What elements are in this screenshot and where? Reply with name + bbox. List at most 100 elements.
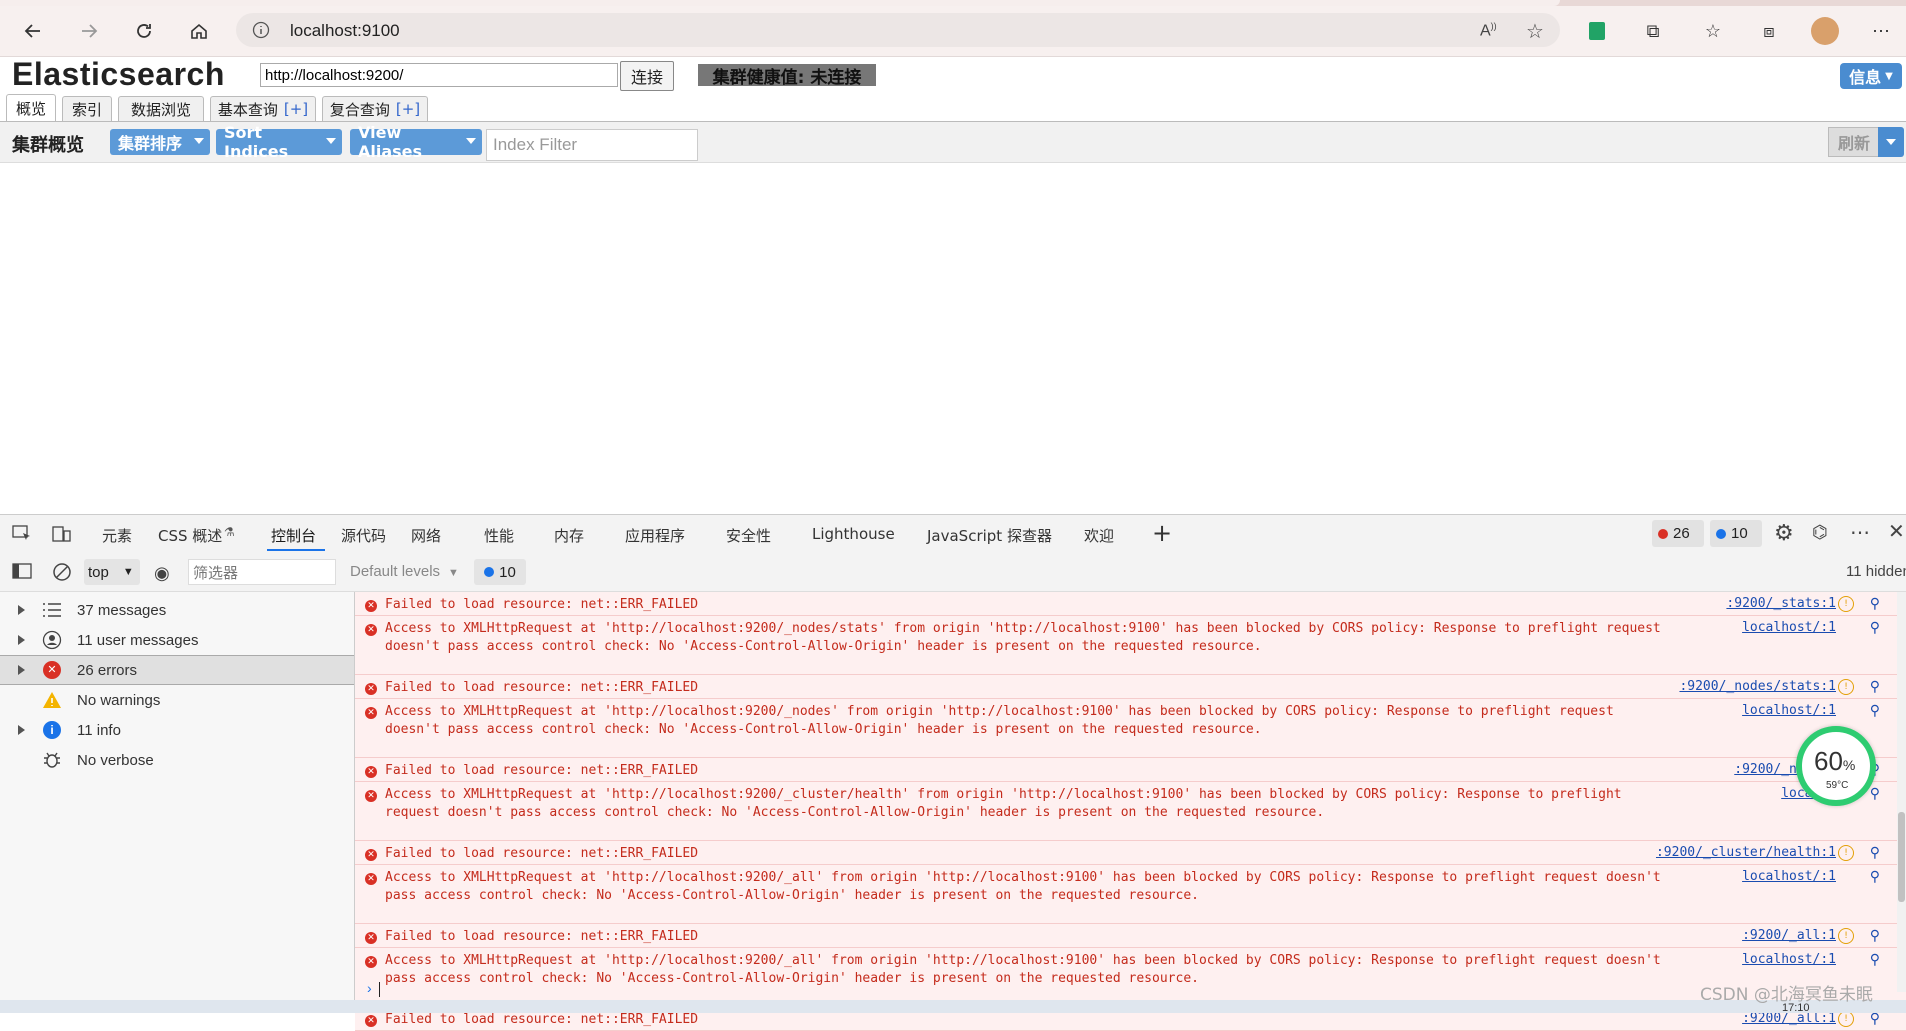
extension-icon[interactable] (1580, 14, 1614, 48)
index-filter-input[interactable]: Index Filter (486, 129, 698, 161)
tab-overview[interactable]: 概览 (6, 94, 56, 121)
sidebar-toggle-icon[interactable] (12, 563, 32, 582)
search-icon[interactable]: ⚲ (1870, 620, 1880, 636)
search-icon[interactable]: ⚲ (1870, 869, 1880, 885)
tab-console[interactable]: 控制台 (271, 525, 316, 546)
console-scrollbar[interactable] (1897, 592, 1906, 992)
search-icon[interactable]: ⚲ (1870, 703, 1880, 719)
source-link[interactable]: localhost/:1 (1742, 620, 1836, 635)
network-warning-icon[interactable]: ! (1838, 928, 1854, 944)
cluster-sort-dropdown[interactable]: 集群排序 (110, 129, 210, 155)
address-bar[interactable]: localhost:9100 A)) ☆ (236, 13, 1560, 47)
sidebar-item-info[interactable]: i 11 info (0, 715, 354, 745)
more-icon[interactable]: ⋯ (1850, 520, 1870, 545)
extensions-puzzle-icon[interactable]: ⧉ (1636, 14, 1670, 48)
gear-icon[interactable]: ⚙ (1774, 520, 1794, 546)
expand-triangle-icon[interactable] (18, 605, 25, 615)
site-info-icon[interactable] (252, 21, 270, 42)
cluster-url-input[interactable] (260, 63, 618, 87)
tab-application[interactable]: 应用程序 (625, 525, 685, 546)
cpu-gauge-widget[interactable]: 60% 59°C (1796, 726, 1876, 806)
tab-memory[interactable]: 内存 (554, 525, 584, 546)
search-icon[interactable]: ⚲ (1870, 679, 1880, 695)
search-icon[interactable]: ⚲ (1870, 1011, 1880, 1027)
console-error-row[interactable]: ✕ Failed to load resource: net::ERR_FAILE… (355, 675, 1906, 699)
expand-triangle-icon[interactable] (18, 665, 25, 675)
source-link[interactable]: :9200/_cluster/health:1 (1656, 845, 1836, 860)
back-icon[interactable] (16, 14, 50, 48)
issues-button[interactable]: 10 (474, 559, 526, 585)
console-error-row[interactable]: ✕ Failed to load resource: net::ERR_FAILE… (355, 924, 1906, 948)
tab-lighthouse[interactable]: Lighthouse (812, 525, 895, 543)
tab-network[interactable]: 网络 (411, 525, 441, 546)
scrollbar-thumb[interactable] (1898, 812, 1905, 902)
network-warning-icon[interactable]: ! (1838, 679, 1854, 695)
read-aloud-icon[interactable]: A)) (1480, 21, 1497, 40)
search-icon[interactable]: ⚲ (1870, 845, 1880, 861)
sidebar-item-errors[interactable]: ✕ 26 errors (0, 655, 354, 685)
error-count-badge[interactable]: 26 (1652, 520, 1704, 547)
refresh-dropdown[interactable] (1878, 127, 1904, 157)
console-error-row[interactable]: ✕ Access to XMLHttpRequest at 'http://loc… (355, 616, 1906, 675)
tab-css-overview[interactable]: CSS 概述 (158, 525, 222, 546)
device-toolbar-icon[interactable] (52, 525, 72, 546)
clear-console-icon[interactable] (52, 562, 72, 585)
connect-button[interactable]: 连接 (620, 61, 674, 91)
info-button[interactable]: 信息 ▼ (1840, 63, 1902, 89)
console-prompt[interactable]: › (355, 980, 1906, 1000)
expand-triangle-icon[interactable] (18, 725, 25, 735)
favorites-icon[interactable]: ☆ (1696, 14, 1730, 48)
source-link[interactable]: :9200/_nodes/stats:1 (1679, 679, 1836, 694)
tab-security[interactable]: 安全性 (726, 525, 771, 546)
refresh-icon[interactable] (127, 14, 161, 48)
log-levels-dropdown[interactable]: Default levels ▼ (350, 563, 459, 580)
sidebar-item-user-messages[interactable]: 11 user messages (0, 625, 354, 655)
tab-js-profiler[interactable]: JavaScript 探查器 (927, 525, 1052, 546)
tab-basic-query[interactable]: 基本查询 [+] (210, 96, 316, 121)
tab-welcome[interactable]: 欢迎 (1084, 525, 1114, 546)
tab-indices[interactable]: 索引 (62, 96, 112, 121)
console-error-row[interactable]: ✕ Access to XMLHttpRequest at 'http://loc… (355, 865, 1906, 924)
add-favorite-icon[interactable]: ☆ (1526, 19, 1544, 44)
network-warning-icon[interactable]: ! (1838, 1011, 1854, 1027)
network-warning-icon[interactable]: ! (1838, 845, 1854, 861)
source-link[interactable]: localhost/:1 (1742, 703, 1836, 718)
source-link[interactable]: :9200/_all:1 (1742, 928, 1836, 943)
sidebar-item-messages[interactable]: 37 messages (0, 595, 354, 625)
inspect-icon[interactable] (12, 525, 32, 546)
tab-complex-query[interactable]: 复合查询 [+] (322, 96, 428, 121)
search-icon[interactable]: ⚲ (1870, 928, 1880, 944)
source-link[interactable]: localhost/:1 (1742, 869, 1836, 884)
search-icon[interactable]: ⚲ (1870, 952, 1880, 968)
refresh-button[interactable]: 刷新 (1828, 127, 1880, 157)
live-expression-eye-icon[interactable]: ◉ (154, 563, 170, 584)
search-icon[interactable]: ⚲ (1870, 786, 1880, 802)
console-error-row[interactable]: ✕ Failed to load resource: net::ERR_FAILE… (355, 592, 1906, 616)
console-filter-input[interactable]: 筛选器 (188, 559, 336, 585)
avatar[interactable] (1808, 14, 1842, 48)
view-aliases-dropdown[interactable]: View Aliases (350, 123, 482, 161)
source-link[interactable]: localhost/:1 (1742, 952, 1836, 967)
search-icon[interactable]: ⚲ (1870, 596, 1880, 612)
expand-triangle-icon[interactable] (18, 635, 25, 645)
sidebar-item-verbose[interactable]: No verbose (0, 745, 354, 775)
tab-elements[interactable]: 元素 (102, 525, 132, 546)
tab-sources[interactable]: 源代码 (341, 525, 386, 546)
sort-indices-dropdown[interactable]: Sort Indices (216, 123, 342, 161)
console-error-row[interactable]: ✕ Access to XMLHttpRequest at 'http://loc… (355, 782, 1906, 841)
console-error-row[interactable]: ✕ Access to XMLHttpRequest at 'http://loc… (355, 699, 1906, 758)
tab-performance[interactable]: 性能 (484, 525, 514, 546)
remote-devices-icon[interactable]: ⌬ (1812, 522, 1828, 543)
add-tab-icon[interactable]: + (1152, 519, 1172, 547)
home-icon[interactable] (182, 14, 216, 48)
forward-icon[interactable] (72, 14, 106, 48)
network-warning-icon[interactable]: ! (1838, 596, 1854, 612)
close-icon[interactable]: ✕ (1888, 519, 1905, 544)
collections-icon[interactable]: ⧈ (1752, 14, 1786, 48)
tab-browser[interactable]: 数据浏览 (118, 96, 204, 121)
console-error-row[interactable]: ✕ Failed to load resource: net::ERR_FAILE… (355, 758, 1906, 782)
more-icon[interactable]: ⋯ (1864, 14, 1898, 48)
context-selector[interactable]: top ▼ (84, 559, 140, 585)
console-error-row[interactable]: ✕ Failed to load resource: net::ERR_FAILE… (355, 841, 1906, 865)
source-link[interactable]: :9200/_stats:1 (1726, 596, 1836, 611)
